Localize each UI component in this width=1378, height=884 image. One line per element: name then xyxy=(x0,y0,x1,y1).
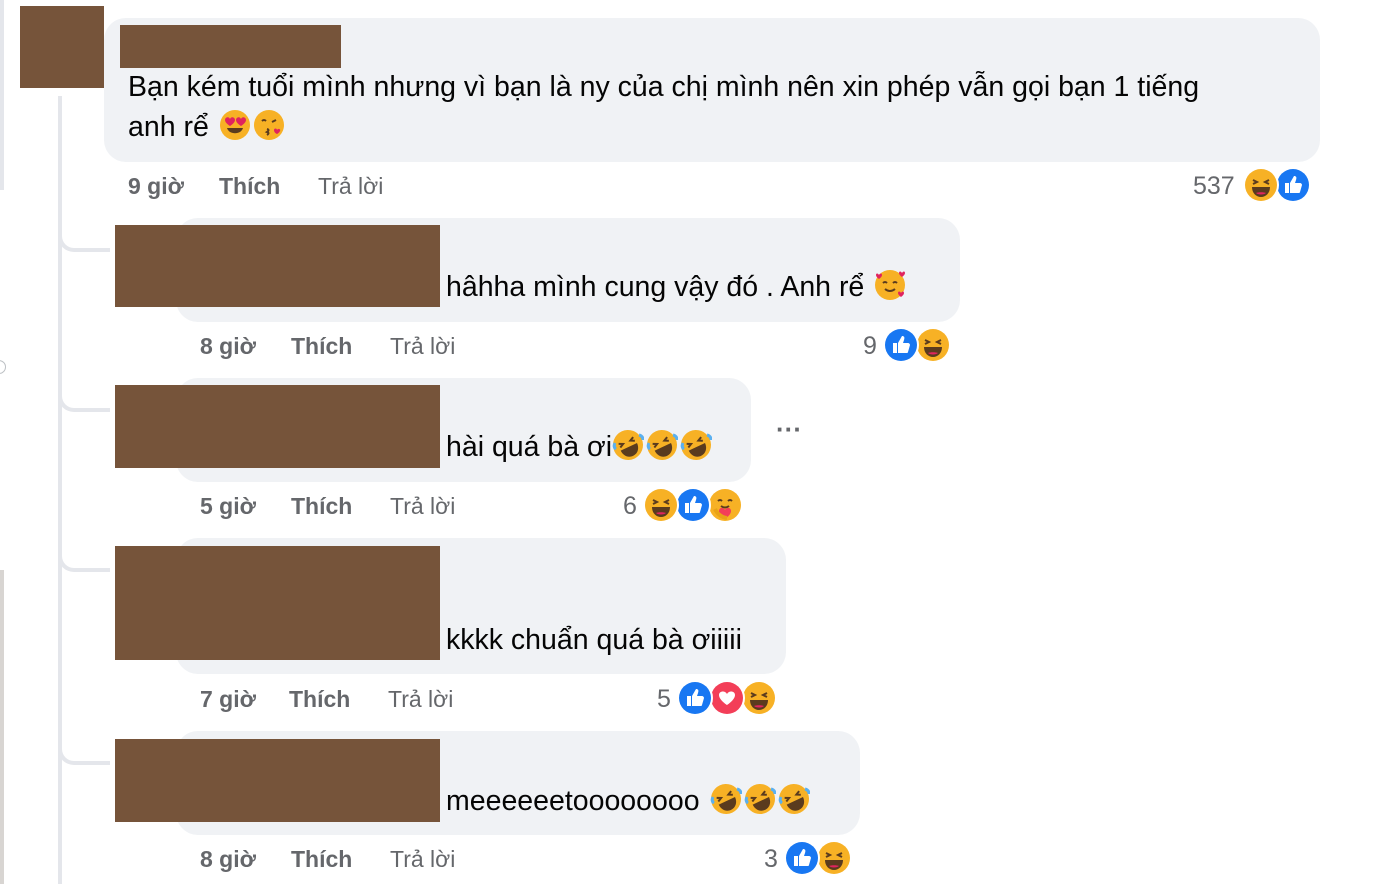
like-button[interactable]: Thích xyxy=(291,846,352,873)
left-edge-strip xyxy=(0,570,4,884)
reaction-count[interactable]: 3 xyxy=(764,845,778,874)
rofl-emoji-icon xyxy=(778,783,810,815)
like-button[interactable]: Thích xyxy=(219,173,280,200)
haha-reaction-icon xyxy=(915,327,951,363)
reply-text: hài quá bà ơi xyxy=(446,431,613,463)
reply-text-wrap: meeeeeetoooooooo xyxy=(446,781,810,821)
kissing-heart-emoji-icon xyxy=(253,109,285,141)
left-edge-strip xyxy=(0,0,4,190)
reaction-count[interactable]: 537 xyxy=(1193,172,1235,201)
reply-text: meeeeeetoooooooo xyxy=(446,785,700,817)
rofl-emoji-icon xyxy=(612,429,645,461)
rofl-emoji-icon xyxy=(710,783,742,815)
reply-time[interactable]: 7 giờ xyxy=(200,686,256,713)
thread-connector xyxy=(58,552,110,572)
thread-line xyxy=(58,96,62,884)
reaction-count[interactable]: 6 xyxy=(623,492,637,521)
care-reaction-icon xyxy=(707,487,743,523)
like-reaction-icon xyxy=(677,680,713,716)
rofl-emoji-icon xyxy=(744,783,776,815)
reply-button[interactable]: Trả lời xyxy=(390,333,455,360)
rofl-emoji-icon xyxy=(646,429,679,461)
reaction-count[interactable]: 5 xyxy=(657,685,671,714)
thread-connector xyxy=(58,392,110,412)
reply-avatar-name-redacted[interactable] xyxy=(115,739,440,822)
reply-text: hâhha mình cung vậy đó . Anh rể xyxy=(446,271,865,303)
more-options-button[interactable]: ··· xyxy=(776,414,802,445)
like-reaction-icon xyxy=(883,327,919,363)
reaction-count[interactable]: 9 xyxy=(863,332,877,361)
haha-reaction-icon xyxy=(1243,167,1279,203)
thread-connector xyxy=(58,232,110,252)
reply-text-wrap: hài quá bà ơi xyxy=(446,427,713,467)
haha-reaction-icon xyxy=(741,680,777,716)
reply-time[interactable]: 8 giờ xyxy=(200,333,256,360)
reply-button[interactable]: Trả lời xyxy=(390,846,455,873)
reply-time[interactable]: 5 giờ xyxy=(200,493,256,520)
comment-time[interactable]: 9 giờ xyxy=(128,173,184,200)
reply-avatar-name-redacted[interactable] xyxy=(115,385,440,468)
like-button[interactable]: Thích xyxy=(291,333,352,360)
like-reaction-icon xyxy=(784,840,820,876)
avatar-redacted[interactable] xyxy=(20,6,104,88)
haha-reaction-icon xyxy=(643,487,679,523)
reply-text: kkkk chuẩn quá bà ơiiiii xyxy=(446,624,742,656)
like-reaction-icon xyxy=(1275,167,1311,203)
reply-text-wrap: hâhha mình cung vậy đó . Anh rể xyxy=(446,267,906,307)
haha-reaction-icon xyxy=(816,840,852,876)
like-reaction-icon xyxy=(675,487,711,523)
heart-eyes-emoji-icon xyxy=(219,109,251,141)
rofl-emoji-icon xyxy=(680,429,713,461)
reply-button[interactable]: Trả lời xyxy=(318,173,383,200)
reply-button[interactable]: Trả lời xyxy=(388,686,453,713)
thread-connector xyxy=(58,745,110,765)
comment-text-line2: anh rể xyxy=(128,111,209,143)
reply-avatar-name-redacted[interactable] xyxy=(115,546,440,660)
smiling-hearts-emoji-icon xyxy=(874,269,906,301)
comment-text-line2-wrap: anh rể xyxy=(128,107,285,147)
love-reaction-icon xyxy=(709,680,745,716)
reply-avatar-name-redacted[interactable] xyxy=(115,225,440,307)
comment-text-line1: Bạn kém tuổi mình nhưng vì bạn là ny của… xyxy=(128,71,1200,103)
edge-circle-icon xyxy=(0,360,6,374)
reply-time[interactable]: 8 giờ xyxy=(200,846,256,873)
like-button[interactable]: Thích xyxy=(291,493,352,520)
like-button[interactable]: Thích xyxy=(289,686,350,713)
reply-button[interactable]: Trả lời xyxy=(390,493,455,520)
author-name-redacted[interactable] xyxy=(120,25,341,68)
